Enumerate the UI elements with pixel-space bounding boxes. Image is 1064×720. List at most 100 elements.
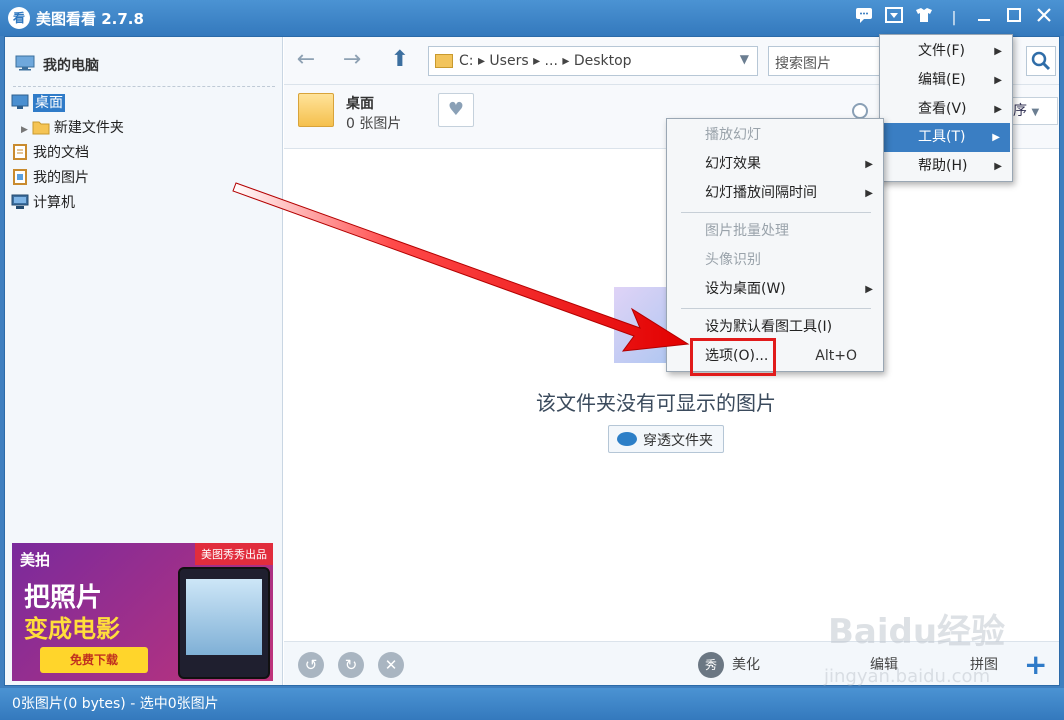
submenu-arrow-icon: ▶ [994,46,1002,57]
submenu-arrow-icon: ▶ [865,159,873,170]
tree-item-label: 桌面 [33,94,65,112]
pictures-icon [13,169,27,185]
maximize-icon[interactable] [1002,6,1026,30]
documents-icon [13,144,27,160]
forward-button[interactable]: → [338,47,366,73]
submenu-arrow-icon: ▶ [992,132,1000,143]
titlebar-divider: | [951,10,957,26]
search-icon [1031,51,1051,71]
ad-download-button[interactable]: 免费下载 [40,647,148,673]
back-button[interactable]: ← [292,47,320,73]
tree-item-my-documents[interactable]: 我的文档 [11,142,89,164]
menu-separator [681,212,871,213]
menu-item-tools[interactable]: 工具(T) ▶ [882,123,1010,152]
menu-item-help[interactable]: 帮助(H) ▶ [880,152,1012,181]
submenu-arrow-icon: ▶ [994,104,1002,115]
chevron-down-icon: ▼ [1031,107,1040,118]
ad-headline: 变成电影 [24,615,120,643]
up-folder-button[interactable]: ⬆ [386,47,414,73]
minimize-icon[interactable] [972,6,996,30]
pass-through-folder-button[interactable]: 穿透文件夹 [608,425,724,453]
submenu-arrow-icon: ▶ [865,284,873,295]
submenu-arrow-icon: ▶ [865,188,873,199]
tree-item-my-pictures[interactable]: 我的图片 [11,167,89,189]
search-placeholder: 搜索图片 [775,56,831,72]
menu-item-slide-interval[interactable]: 幻灯播放间隔时间 ▶ [667,179,883,208]
folder-icon [32,121,50,135]
zoom-slider-knob[interactable] [852,103,868,119]
desktop-icon [11,94,29,109]
tree-item-desktop[interactable]: 桌面 [11,92,65,114]
menu-item-view[interactable]: 查看(V) ▶ [880,95,1012,124]
menu-item-slideshow: 播放幻灯 [705,127,761,143]
menu-item-label: 帮助(H) [918,158,968,174]
rotate-right-button[interactable]: ↻ [338,652,364,678]
menu-item-batch-process: 图片批量处理 [705,223,789,239]
menu-item-label: 编辑(E) [918,72,966,88]
sidebar: 我的电脑 桌面 ▶ 新建文件夹 我的文档 我的图片 计算机 美拍 美图秀秀出品 把… [5,37,283,685]
status-text: 0张图片(0 bytes) - 选中0张图片 [12,696,219,712]
address-path: C: ▸ Users ▸ ... ▸ Desktop [459,53,632,69]
tree-item-label: 计算机 [33,195,75,211]
chevron-down-icon[interactable]: ▼ [740,52,749,66]
sort-button[interactable]: 序 ▼ [1006,97,1058,125]
sidebar-title: 我的电脑 [43,58,99,74]
watermark-url: jingyan.baidu.com [824,666,991,687]
empty-illustration [614,287,670,363]
baidu-watermark: Baidu经验 jingyan.baidu.com [806,600,1046,700]
tree-item-new-folder[interactable]: ▶ 新建文件夹 [21,117,124,139]
image-count: 0 张图片 [346,116,402,132]
favorite-heart-button[interactable]: ♥ [438,93,474,127]
tree-item-label: 新建文件夹 [53,120,124,136]
menu-item-label: 设为桌面(W) [705,281,786,297]
rotate-left-button[interactable]: ↺ [298,652,324,678]
app-logo-icon: 看 [8,7,30,29]
tree-item-label: 我的图片 [33,170,89,186]
sort-label: 序 [1013,103,1027,119]
menu-shortcut: Alt+O [815,348,857,364]
tree-item-label: 我的文档 [33,145,89,161]
menu-item-slide-effects[interactable]: 幻灯效果 ▶ [667,150,883,179]
title-bar: 看 美图看看 2.7.8 | [0,0,1064,36]
menu-item-face-detect: 头像识别 [705,252,761,268]
close-icon[interactable] [1032,6,1056,30]
ad-brand: 美拍 [20,551,51,569]
menu-item-label: 幻灯播放间隔时间 [705,185,817,201]
submenu-arrow-icon: ▶ [994,161,1002,172]
main-dropdown-menu: 文件(F) ▶ 编辑(E) ▶ 查看(V) ▶ 工具(T) ▶ 帮助(H) ▶ [879,34,1013,182]
menu-item-label: 文件(F) [918,43,965,59]
beautify-icon[interactable]: 秀 [698,652,724,678]
tree-item-computer[interactable]: 计算机 [11,192,75,214]
skin-shirt-icon[interactable] [912,6,936,30]
computer-icon [15,55,35,71]
menu-item-file[interactable]: 文件(F) ▶ [880,37,1012,66]
expand-arrow-icon[interactable]: ▶ [21,125,28,135]
menu-item-label: 幻灯效果 [705,156,761,172]
feedback-icon[interactable] [852,6,876,30]
menu-dropdown-icon[interactable] [882,6,906,30]
computer-icon [11,194,29,209]
eye-icon [617,432,637,446]
search-button[interactable] [1026,46,1056,76]
empty-message: 该文件夹没有可显示的图片 [536,391,776,415]
delete-button[interactable]: ✕ [378,652,404,678]
ad-phone-image [178,567,270,679]
tools-submenu: 播放幻灯 幻灯效果 ▶ 幻灯播放间隔时间 ▶ 图片批量处理 头像识别 设为桌面(W)… [666,118,884,372]
window-title: 美图看看 2.7.8 [36,10,144,28]
menu-item-label: 查看(V) [918,101,967,117]
pass-through-label: 穿透文件夹 [643,433,713,449]
beautify-button[interactable]: 美化 [732,654,760,674]
menu-item-label: 工具(T) [918,129,966,145]
menu-item-edit[interactable]: 编辑(E) ▶ [880,66,1012,95]
meipai-ad-banner[interactable]: 美拍 美图秀秀出品 把照片 变成电影 免费下载 [12,543,273,681]
options-highlight-box [690,338,776,376]
menu-item-set-wallpaper[interactable]: 设为桌面(W) ▶ [667,275,883,304]
address-bar[interactable]: C: ▸ Users ▸ ... ▸ Desktop ▼ [428,46,758,76]
submenu-arrow-icon: ▶ [994,75,1002,86]
sidebar-header: 我的电脑 [13,51,275,87]
folder-icon [298,93,334,127]
folder-name: 桌面 [346,96,374,112]
folder-icon [435,54,453,68]
watermark-logo: Baidu经验 [828,612,1006,652]
ad-badge: 美图秀秀出品 [195,543,273,565]
